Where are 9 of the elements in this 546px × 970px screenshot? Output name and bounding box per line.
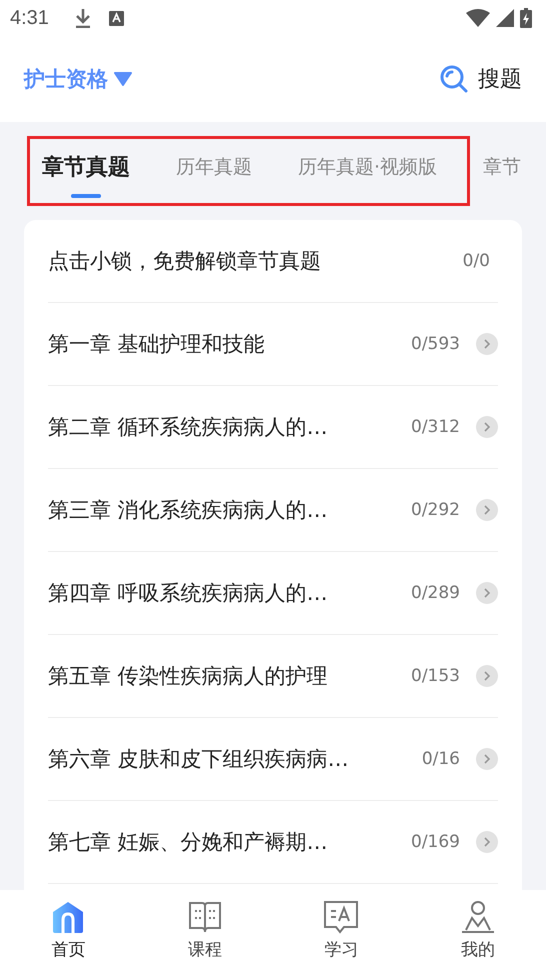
chapter-title: 第三章 消化系统疾病病人的… <box>48 497 328 524</box>
chapter-title: 第七章 妊娠、分娩和产褥期… <box>48 829 328 856</box>
chapter-title: 点击小锁，免费解锁章节真题 <box>48 248 321 275</box>
chapter-title: 第二章 循环系统疾病病人的… <box>48 414 328 441</box>
chapter-title: 第一章 基础护理和技能 <box>48 331 265 358</box>
chapter-title: 第六章 皮肤和皮下组织疾病病… <box>48 746 349 773</box>
chapter-title: 第四章 呼吸系统疾病病人的… <box>48 580 328 607</box>
status-time: 4:31 <box>10 6 49 30</box>
chapter-title: 第五章 传染性疾病病人的护理 <box>48 663 328 690</box>
